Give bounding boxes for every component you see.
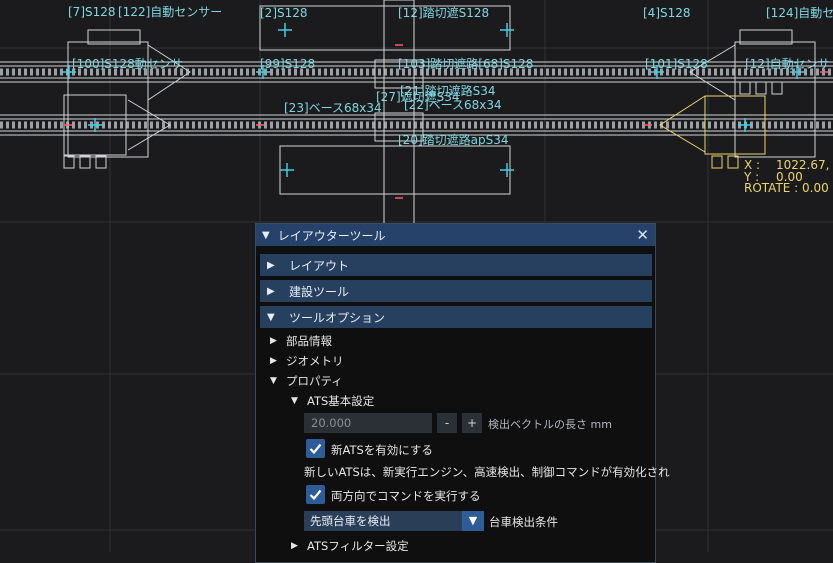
tree-parts-info[interactable]: ▶ 部品情報 bbox=[270, 333, 332, 349]
canvas-label: [23]ベース68x34 bbox=[284, 101, 382, 115]
collapse-triangle-icon: ▼ bbox=[291, 396, 298, 406]
sensor-left bbox=[63, 29, 191, 169]
section-layout[interactable]: ▶ レイアウト bbox=[260, 254, 652, 276]
canvas-label: [124]自動センサ bbox=[766, 6, 833, 20]
vector-length-label: 検出ベクトルの長さ mm bbox=[488, 418, 612, 431]
collapse-triangle-icon[interactable]: ▼ bbox=[262, 230, 270, 241]
canvas-label: [122]自動センサー bbox=[118, 5, 223, 19]
enable-new-ats-label: 新ATSを有効にする bbox=[331, 443, 433, 457]
canvas-label: [101]S128 bbox=[645, 57, 708, 71]
expand-triangle-icon: ▶ bbox=[270, 336, 277, 346]
canvas-label: [12]自動センサ bbox=[745, 57, 830, 71]
canvas-label: [100]S128動センサ bbox=[72, 57, 183, 71]
collapse-triangle-icon: ▼ bbox=[270, 376, 277, 386]
section-label: ツールオプション bbox=[289, 310, 386, 325]
check-icon bbox=[309, 489, 322, 501]
canvas-label: [4]S128 bbox=[643, 6, 691, 20]
expand-triangle-icon: ▶ bbox=[291, 541, 298, 551]
panel-title: レイアウターツール bbox=[277, 228, 386, 243]
rotate-label: ROTATE : bbox=[744, 181, 799, 195]
detect-condition-select[interactable]: 先頭台車を検出 bbox=[304, 511, 484, 531]
decrement-button[interactable]: - bbox=[437, 413, 457, 433]
tree-label: 部品情報 bbox=[286, 334, 332, 348]
chevron-down-icon[interactable]: ▼ bbox=[462, 511, 484, 531]
tree-label: ATS基本設定 bbox=[307, 394, 375, 408]
canvas-label: [22]ベース68x34 bbox=[404, 98, 502, 112]
sensor-right bbox=[689, 29, 816, 158]
ats-info-text: 新しいATSは、新実行エンジン、高速検出、制御コマンドが有効化され bbox=[304, 465, 670, 479]
tree-properties[interactable]: ▼ プロパティ bbox=[270, 373, 343, 389]
vector-length-input[interactable]: 20.000 bbox=[304, 413, 432, 433]
canvas-label: [99]S128 bbox=[260, 57, 316, 71]
canvas-label: [103]踏切遮路[68]S128 bbox=[398, 57, 534, 71]
increment-button[interactable]: + bbox=[462, 413, 482, 433]
tree-ats-basic[interactable]: ▼ ATS基本設定 bbox=[291, 393, 374, 409]
enable-new-ats-checkbox[interactable] bbox=[306, 439, 325, 458]
canvas-label: [2]S128 bbox=[260, 6, 308, 20]
panel-titlebar[interactable]: ▼ レイアウターツール ✕ bbox=[256, 224, 655, 246]
section-tool-options[interactable]: ▼ ツールオプション bbox=[260, 306, 652, 328]
detect-condition-label: 台車検出条件 bbox=[489, 515, 558, 529]
layouter-tool-panel: ▼ レイアウターツール ✕ ▶ レイアウト ▶ 建設ツール ▼ ツールオプション… bbox=[255, 223, 670, 563]
bidirectional-checkbox[interactable] bbox=[306, 485, 325, 504]
expand-triangle-icon: ▶ bbox=[267, 285, 275, 297]
expand-triangle-icon: ▶ bbox=[267, 259, 275, 271]
rotate-value: 0.00 bbox=[802, 181, 829, 195]
canvas-label: [12]踏切遮S128 bbox=[398, 6, 490, 20]
section-build-tools[interactable]: ▶ 建設ツール bbox=[260, 280, 652, 302]
section-label: 建設ツール bbox=[289, 284, 350, 299]
tree-label: ジオメトリ bbox=[286, 354, 344, 368]
tree-label: プロパティ bbox=[286, 374, 343, 388]
expand-triangle-icon: ▶ bbox=[270, 356, 277, 366]
close-icon[interactable]: ✕ bbox=[636, 226, 649, 244]
check-icon bbox=[309, 443, 322, 455]
tree-geometry[interactable]: ▶ ジオメトリ bbox=[270, 353, 344, 369]
section-label: レイアウト bbox=[289, 258, 350, 273]
collapse-triangle-icon: ▼ bbox=[267, 311, 275, 323]
canvas-label: [7]S128 bbox=[68, 5, 116, 19]
bidirectional-label: 両方向でコマンドを実行する bbox=[331, 489, 481, 503]
canvas-label: [20]踏切遮路apS34 bbox=[398, 133, 509, 147]
